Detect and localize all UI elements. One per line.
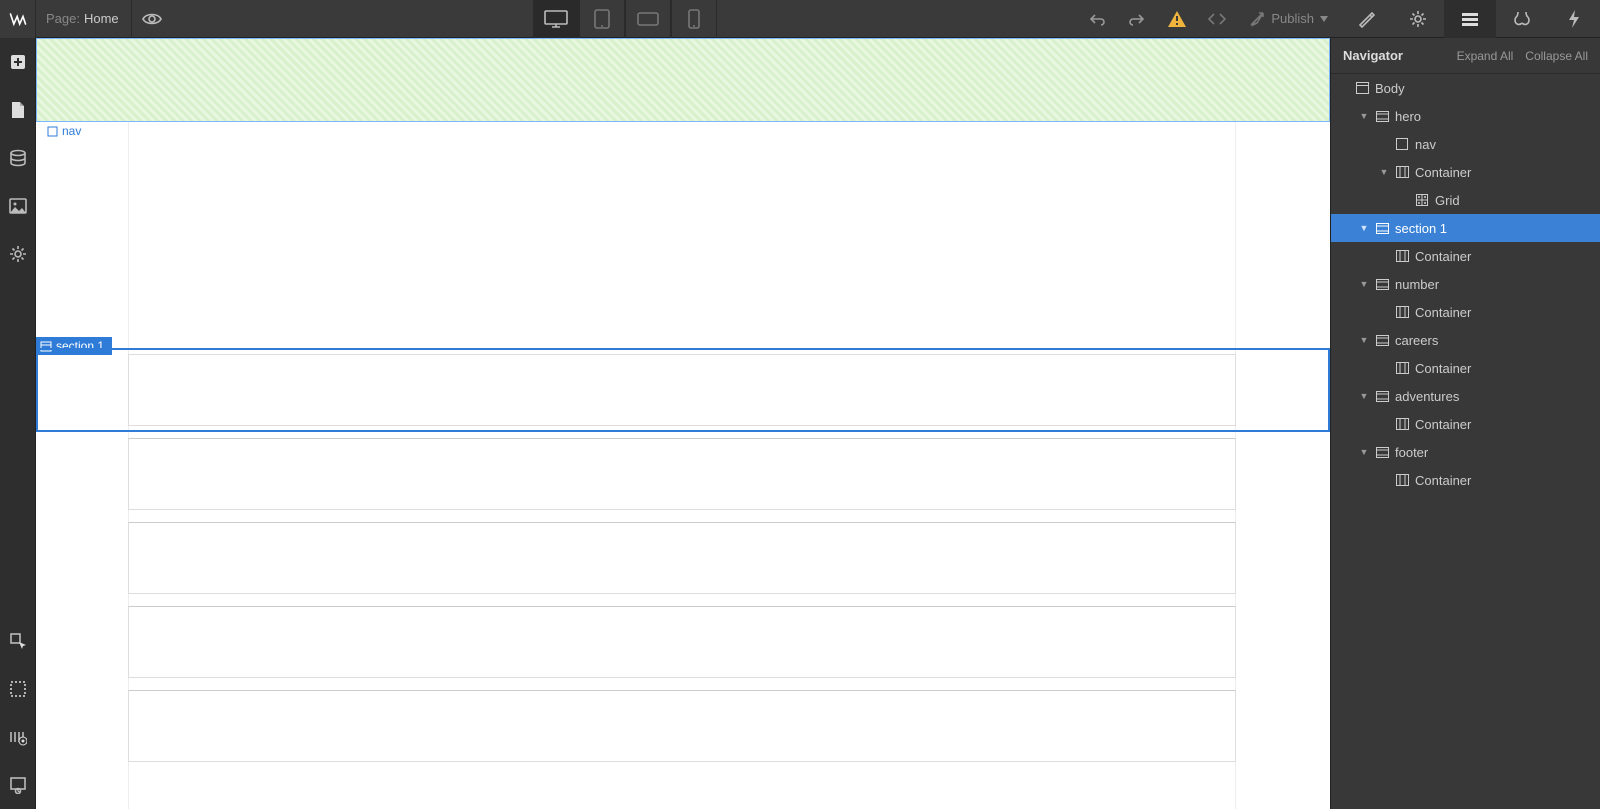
- tool-audit[interactable]: [0, 761, 36, 809]
- tree-section-icon: [1375, 445, 1389, 459]
- cms-button[interactable]: [0, 134, 36, 182]
- tree-container-icon: [1395, 249, 1409, 263]
- preview-button[interactable]: [132, 0, 172, 38]
- tree-row-section-1[interactable]: ▼ section 1: [1331, 214, 1600, 242]
- tree-row-nav[interactable]: nav: [1331, 130, 1600, 158]
- tree-arrow-icon[interactable]: ▼: [1379, 167, 1389, 177]
- tree-row-footer[interactable]: ▼ footer: [1331, 438, 1600, 466]
- tree-container-icon: [1395, 473, 1409, 487]
- tree-row-body[interactable]: Body: [1331, 74, 1600, 102]
- navigator-title: Navigator: [1343, 48, 1403, 63]
- tree-section-icon: [1375, 109, 1389, 123]
- tree-arrow-icon[interactable]: ▼: [1359, 111, 1369, 121]
- block-row[interactable]: [128, 438, 1236, 510]
- tool-select[interactable]: [0, 617, 36, 665]
- tree-label: adventures: [1395, 389, 1600, 404]
- panel-tab-interactions[interactable]: [1548, 0, 1600, 38]
- tree-container-icon: [1395, 417, 1409, 431]
- publish-button[interactable]: Publish: [1237, 0, 1340, 38]
- block-row[interactable]: [128, 690, 1236, 762]
- device-mobile[interactable]: [671, 0, 717, 38]
- tool-box[interactable]: [0, 665, 36, 713]
- warning-indicator[interactable]: [1157, 0, 1197, 38]
- tree-label: Container: [1415, 165, 1600, 180]
- tree-label: Grid: [1435, 193, 1600, 208]
- panel-tab-settings[interactable]: [1392, 0, 1444, 38]
- tree-window-icon: [1355, 81, 1369, 95]
- tree-row-careers[interactable]: ▼ careers: [1331, 326, 1600, 354]
- redo-button[interactable]: [1117, 0, 1157, 38]
- tool-xray[interactable]: [0, 713, 36, 761]
- tree-label: footer: [1395, 445, 1600, 460]
- tree-row-hero[interactable]: ▼ hero: [1331, 102, 1600, 130]
- panel-tab-style[interactable]: [1340, 0, 1392, 38]
- tree-row-container[interactable]: Container: [1331, 242, 1600, 270]
- publish-label: Publish: [1271, 11, 1314, 26]
- tree-arrow-icon[interactable]: ▼: [1359, 223, 1369, 233]
- left-toolbar: [0, 38, 36, 809]
- tree-arrow-icon[interactable]: ▼: [1359, 447, 1369, 457]
- panel-tab-assets[interactable]: [1496, 0, 1548, 38]
- tree-label: careers: [1395, 333, 1600, 348]
- nav-element-tag: nav: [41, 122, 87, 140]
- tree-arrow-icon[interactable]: ▼: [1359, 391, 1369, 401]
- pages-button[interactable]: [0, 86, 36, 134]
- top-toolbar: Page: Home Publ: [0, 0, 1600, 38]
- tree-row-container[interactable]: Container: [1331, 410, 1600, 438]
- tree-section-icon: [1375, 333, 1389, 347]
- tree-container-icon: [1395, 305, 1409, 319]
- tree-container-icon: [1395, 361, 1409, 375]
- page-label: Page:: [36, 11, 84, 26]
- block-row[interactable]: [128, 522, 1236, 594]
- tree-label: Container: [1415, 305, 1600, 320]
- device-tablet[interactable]: [579, 0, 625, 38]
- tree-row-adventures[interactable]: ▼ adventures: [1331, 382, 1600, 410]
- block-row[interactable]: [128, 606, 1236, 678]
- nav-element[interactable]: nav: [36, 122, 1330, 348]
- tree-box-icon: [1395, 137, 1409, 151]
- code-button[interactable]: [1197, 0, 1237, 38]
- tree-row-container[interactable]: ▼ Container: [1331, 158, 1600, 186]
- app-logo[interactable]: [0, 0, 36, 38]
- add-element-button[interactable]: [0, 38, 36, 86]
- tree-label: section 1: [1395, 221, 1600, 236]
- tree-arrow-icon[interactable]: ▼: [1359, 335, 1369, 345]
- navigator-panel: Navigator Expand All Collapse All Body ▼ h…: [1330, 38, 1600, 809]
- tree-label: Container: [1415, 417, 1600, 432]
- panel-tab-navigator[interactable]: [1444, 0, 1496, 38]
- navigator-tree: Body ▼ hero nav ▼ Container Grid ▼ section 1 Cont…: [1331, 74, 1600, 809]
- site-settings-button[interactable]: [0, 230, 36, 278]
- tree-row-number[interactable]: ▼ number: [1331, 270, 1600, 298]
- assets-button[interactable]: [0, 182, 36, 230]
- tree-row-grid[interactable]: Grid: [1331, 186, 1600, 214]
- page-name[interactable]: Home: [84, 11, 131, 26]
- tree-section-icon: [1375, 221, 1389, 235]
- tree-label: nav: [1415, 137, 1600, 152]
- tree-label: Body: [1375, 81, 1600, 96]
- device-tablet-landscape[interactable]: [625, 0, 671, 38]
- tree-row-container[interactable]: Container: [1331, 354, 1600, 382]
- tree-label: Container: [1415, 473, 1600, 488]
- collapse-all-button[interactable]: Collapse All: [1525, 49, 1588, 63]
- canvas-blocks: [128, 354, 1236, 774]
- tree-label: number: [1395, 277, 1600, 292]
- block-row[interactable]: [128, 354, 1236, 426]
- canvas[interactable]: nav section 1: [36, 38, 1330, 809]
- device-switcher: [533, 0, 717, 38]
- tree-label: Container: [1415, 249, 1600, 264]
- hero-margin-overlay: [36, 38, 1330, 122]
- expand-all-button[interactable]: Expand All: [1457, 49, 1514, 63]
- tree-row-container[interactable]: Container: [1331, 466, 1600, 494]
- tree-arrow-icon[interactable]: ▼: [1359, 279, 1369, 289]
- tree-container-icon: [1395, 165, 1409, 179]
- tree-section-icon: [1375, 389, 1389, 403]
- device-desktop[interactable]: [533, 0, 579, 38]
- undo-button[interactable]: [1077, 0, 1117, 38]
- tree-section-icon: [1375, 277, 1389, 291]
- tree-label: Container: [1415, 361, 1600, 376]
- tree-grid-icon: [1415, 193, 1429, 207]
- tree-label: hero: [1395, 109, 1600, 124]
- tree-row-container[interactable]: Container: [1331, 298, 1600, 326]
